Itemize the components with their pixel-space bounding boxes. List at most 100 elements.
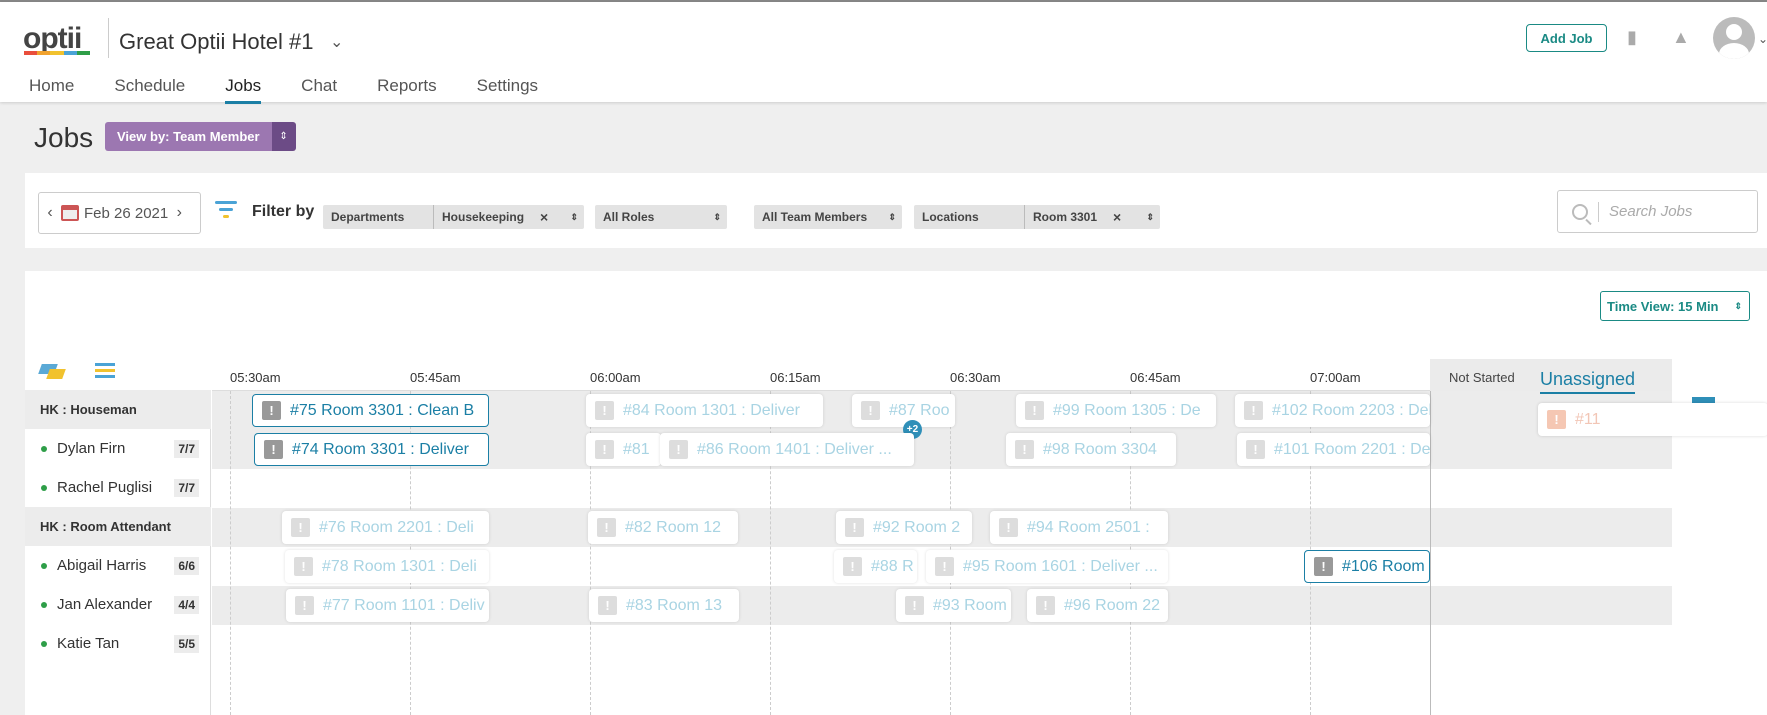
job-title[interactable]: #87 Roo	[889, 402, 950, 420]
job-card[interactable]: ! #82 Room 12	[588, 511, 738, 544]
team-members-filter[interactable]: All Team Members ⇕	[754, 205, 902, 229]
unassigned-job-card[interactable]: ! #11	[1538, 403, 1767, 436]
job-title[interactable]: #11	[1575, 411, 1601, 429]
job-card[interactable]: ! #83 Room 13	[589, 589, 739, 622]
job-card[interactable]: ! #93 Room	[896, 589, 1011, 622]
nav-chat[interactable]: Chat	[301, 76, 337, 104]
job-card[interactable]: ! #92 Room 2	[836, 511, 972, 544]
locations-filter[interactable]: Locations Room 3301 × ⇕	[914, 205, 1160, 229]
page-title: Jobs	[34, 122, 94, 153]
job-card[interactable]: ! #75 Room 3301 : Clean B	[252, 394, 489, 427]
job-card[interactable]: ! #86 Room 1401 : Deliver ...	[660, 433, 914, 466]
bell-icon[interactable]: ▲	[1672, 27, 1690, 48]
job-title[interactable]: #102 Room 2203 : Deliv	[1272, 402, 1430, 420]
job-title[interactable]: #74 Room 3301 : Deliver	[292, 441, 469, 459]
job-card[interactable]: ! #88 R	[834, 550, 917, 583]
job-title[interactable]: #78 Room 1301 : Deli	[322, 558, 477, 576]
job-title[interactable]: #92 Room 2	[873, 519, 960, 537]
alert-icon: !	[264, 440, 283, 459]
chevron-down-icon[interactable]: ⌄	[1758, 32, 1767, 46]
search-placeholder[interactable]: Search Jobs	[1609, 203, 1692, 220]
roles-filter[interactable]: All Roles ⇕	[595, 205, 727, 229]
job-title[interactable]: #96 Room 22	[1064, 597, 1160, 615]
job-title[interactable]: #88 R	[871, 558, 914, 576]
select-arrows-icon[interactable]: ⇕	[888, 212, 896, 223]
job-card[interactable]: ! #78 Room 1301 : Deli	[285, 550, 489, 583]
job-card[interactable]: ! #87 Roo	[852, 394, 955, 427]
clear-icon[interactable]: ×	[540, 209, 548, 225]
job-title[interactable]: #82 Room 12	[625, 519, 721, 537]
job-card[interactable]: ! #76 Room 2201 : Deli	[282, 511, 489, 544]
job-title[interactable]: #93 Room	[933, 597, 1007, 615]
member-row[interactable]: Rachel Puglisi 7/7	[25, 468, 211, 507]
job-title[interactable]: #77 Room 1101 : Deliv	[323, 597, 485, 615]
date-value[interactable]: Feb 26 2021	[84, 205, 168, 222]
job-title[interactable]: #95 Room 1601 : Deliver ...	[963, 558, 1158, 576]
swap-view-icon[interactable]	[40, 364, 64, 380]
job-title[interactable]: #83 Room 13	[626, 597, 722, 615]
list-view-icon[interactable]	[95, 363, 115, 380]
select-arrows-icon[interactable]: ⇕	[1734, 301, 1742, 312]
job-card[interactable]: ! #77 Room 1101 : Deliv	[286, 589, 489, 622]
nav-schedule[interactable]: Schedule	[114, 76, 185, 104]
select-arrows-icon[interactable]: ⇕	[1146, 212, 1154, 223]
member-name[interactable]: Rachel Puglisi	[57, 479, 152, 496]
avatar-icon[interactable]	[1713, 17, 1755, 59]
nav-settings[interactable]: Settings	[477, 76, 538, 104]
nav-home[interactable]: Home	[29, 76, 74, 104]
select-arrows-icon[interactable]: ⇕	[271, 122, 296, 151]
unassigned-tab[interactable]: Unassigned	[1540, 369, 1636, 394]
job-card[interactable]: ! #98 Room 3304	[1006, 433, 1176, 466]
member-name[interactable]: Jan Alexander	[57, 596, 152, 613]
job-card[interactable]: ! #81	[586, 433, 661, 466]
job-card[interactable]: ! #106 Room 33	[1304, 550, 1430, 583]
job-card[interactable]: ! #84 Room 1301 : Deliver	[586, 394, 823, 427]
job-card[interactable]: ! #101 Room 2201 : Deliv	[1237, 433, 1430, 466]
job-title[interactable]: #81	[623, 441, 650, 459]
chevron-right-icon[interactable]: ›	[168, 204, 190, 222]
view-by-select[interactable]: View by: Team Member ⇕	[105, 122, 296, 151]
select-arrows-icon[interactable]: ⇕	[713, 212, 721, 223]
departments-filter[interactable]: Departments Housekeeping × ⇕	[323, 205, 584, 229]
member-row[interactable]: Dylan Firn 7/7	[25, 429, 211, 468]
view-by-label[interactable]: View by: Team Member	[105, 122, 272, 151]
job-card[interactable]: ! #102 Room 2203 : Deliv	[1235, 394, 1430, 427]
job-title[interactable]: #76 Room 2201 : Deli	[319, 519, 474, 537]
member-name[interactable]: Abigail Harris	[57, 557, 146, 574]
member-row[interactable]: Katie Tan 5/5	[25, 624, 211, 663]
member-row[interactable]: Abigail Harris 6/6	[25, 546, 211, 585]
date-picker[interactable]: ‹ Feb 26 2021 ›	[38, 192, 201, 234]
logo-color-bar	[24, 51, 91, 55]
job-card[interactable]: ! #74 Room 3301 : Deliver	[254, 433, 489, 466]
chat-icon[interactable]: ▮	[1627, 27, 1637, 48]
alert-icon: !	[1547, 410, 1566, 429]
add-job-button[interactable]: Add Job	[1526, 24, 1607, 52]
job-card[interactable]: ! #94 Room 2501 :	[990, 511, 1168, 544]
hotel-selector[interactable]: Great Optii Hotel #1	[119, 29, 313, 55]
job-title[interactable]: #101 Room 2201 : Deliv	[1274, 441, 1430, 459]
member-row[interactable]: Jan Alexander 4/4	[25, 585, 211, 624]
member-name[interactable]: Katie Tan	[57, 635, 119, 652]
job-title[interactable]: #94 Room 2501 :	[1027, 519, 1150, 537]
member-name[interactable]: Dylan Firn	[57, 440, 125, 457]
job-title[interactable]: #106 Room 33	[1342, 558, 1429, 576]
clear-icon[interactable]: ×	[1113, 209, 1121, 225]
job-card[interactable]: ! #95 Room 1601 : Deliver ...	[926, 550, 1168, 583]
job-card[interactable]: ! #99 Room 1305 : De	[1016, 394, 1216, 427]
job-title[interactable]: #75 Room 3301 : Clean B	[290, 402, 474, 420]
alert-icon: !	[1314, 557, 1333, 576]
job-title[interactable]: #98 Room 3304	[1043, 441, 1157, 459]
time-view-select[interactable]: Time View: 15 Min ⇕	[1600, 291, 1750, 321]
job-title[interactable]: #99 Room 1305 : De	[1053, 402, 1201, 420]
select-arrows-icon[interactable]: ⇕	[570, 212, 578, 223]
job-title[interactable]: #86 Room 1401 : Deliver ...	[697, 441, 892, 459]
chevron-left-icon[interactable]: ‹	[39, 204, 61, 222]
job-card[interactable]: ! #96 Room 22	[1027, 589, 1168, 622]
nav-reports[interactable]: Reports	[377, 76, 437, 104]
chevron-down-icon[interactable]: ⌄	[330, 32, 343, 52]
search-jobs-field[interactable]: Search Jobs	[1557, 190, 1758, 233]
nav-jobs[interactable]: Jobs	[225, 76, 261, 104]
job-title[interactable]: #84 Room 1301 : Deliver	[623, 402, 800, 420]
header-divider	[108, 18, 109, 58]
time-view-label[interactable]: Time View: 15 Min	[1607, 299, 1719, 314]
